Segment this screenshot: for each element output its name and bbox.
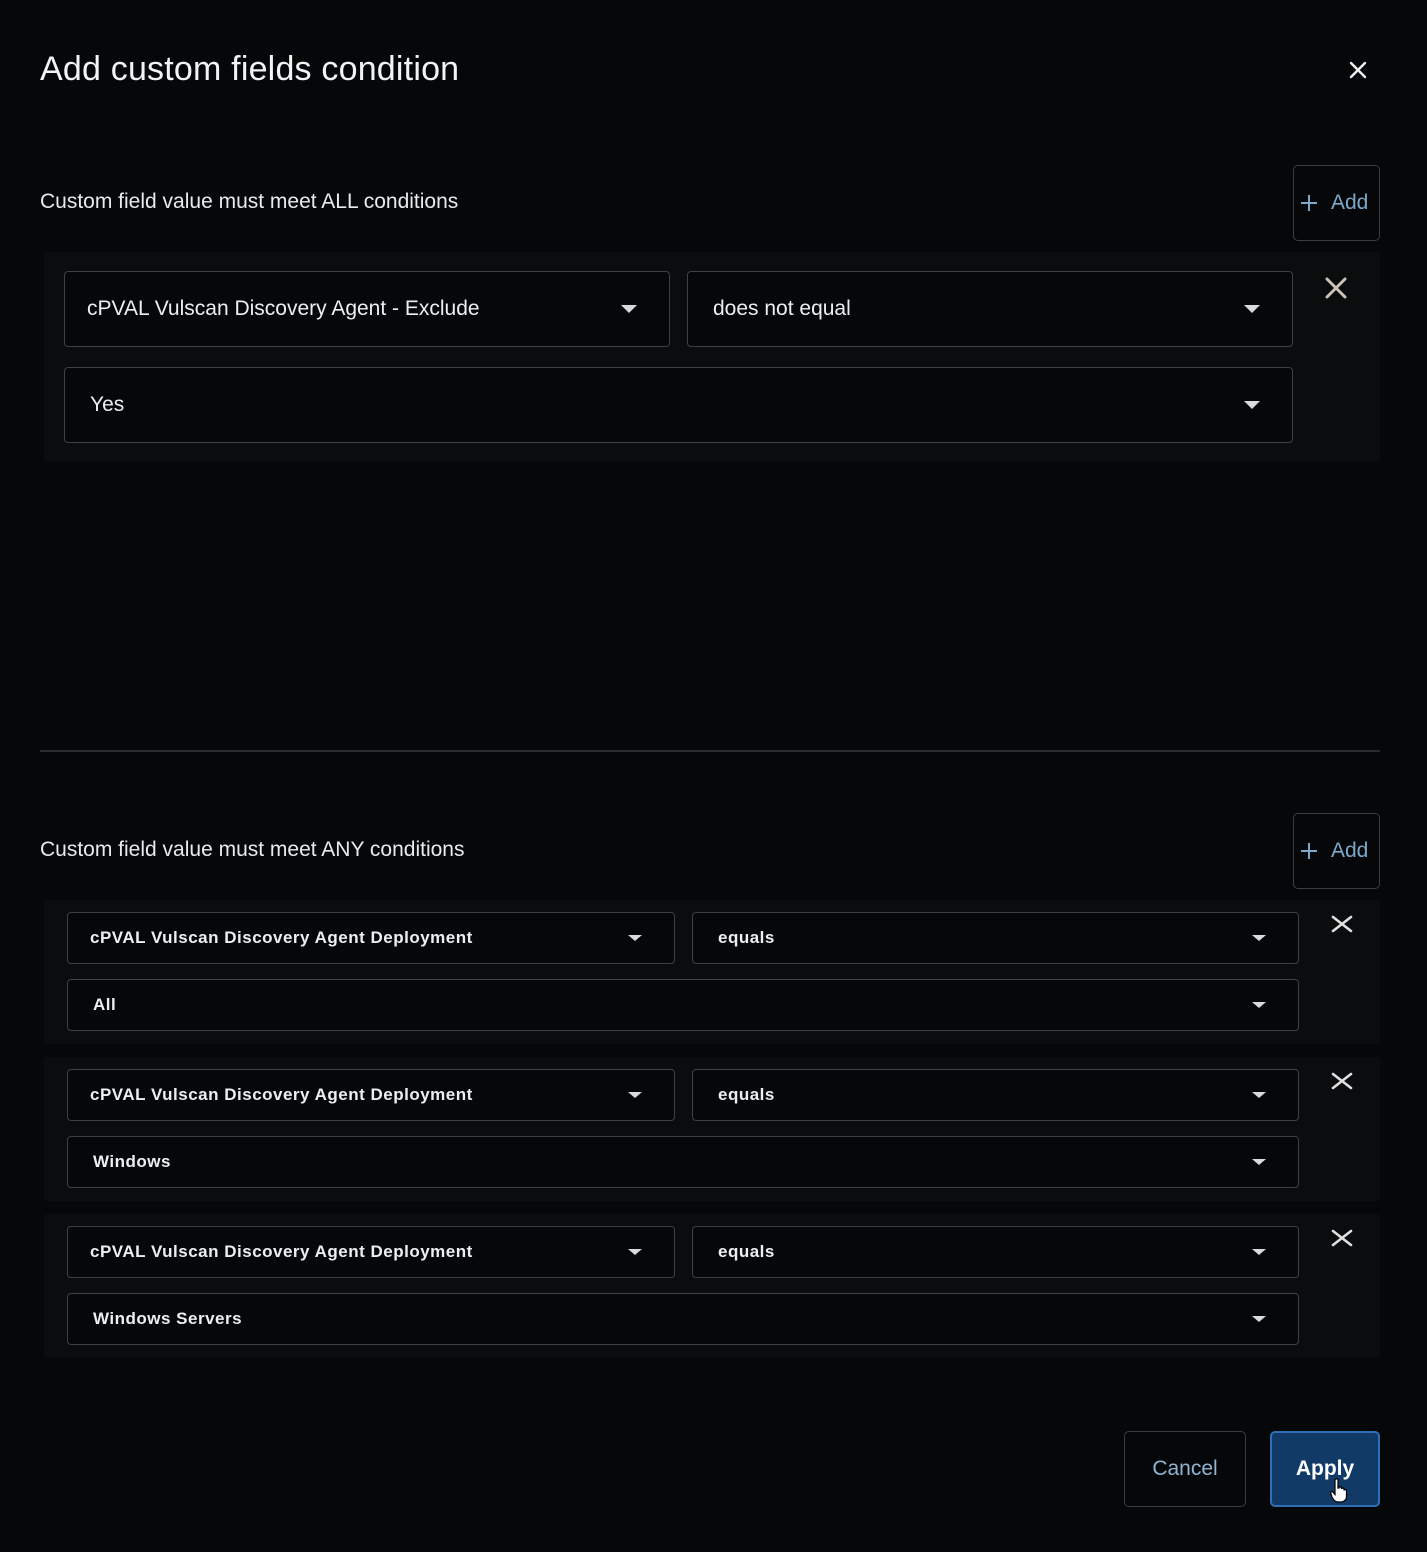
apply-button[interactable]: Apply	[1270, 1431, 1380, 1507]
add-label: Add	[1331, 839, 1369, 862]
value-select-value: All	[93, 995, 117, 1014]
remove-condition-button[interactable]	[1326, 908, 1358, 940]
field-select-value: cPVAL Vulscan Discovery Agent Deployment	[90, 1085, 473, 1104]
value-select-value: Yes	[90, 393, 125, 416]
any-condition-group: cPVAL Vulscan Discovery Agent Deployment…	[44, 900, 1380, 1044]
cancel-button[interactable]: Cancel	[1124, 1431, 1246, 1507]
operator-select-value: equals	[718, 1085, 775, 1104]
value-select[interactable]: Windows	[67, 1136, 1299, 1188]
caret-down-icon	[1252, 1316, 1266, 1322]
field-select[interactable]: cPVAL Vulscan Discovery Agent Deployment	[67, 1226, 675, 1278]
caret-down-icon	[621, 305, 637, 313]
field-select[interactable]: cPVAL Vulscan Discovery Agent Deployment	[67, 912, 675, 964]
value-select[interactable]: All	[67, 979, 1299, 1031]
caret-down-icon	[1252, 1092, 1266, 1098]
close-icon	[1331, 915, 1353, 933]
remove-condition-button[interactable]	[1326, 1065, 1358, 1097]
caret-down-icon	[1252, 1159, 1266, 1165]
value-select[interactable]: Windows Servers	[67, 1293, 1299, 1345]
close-dialog-button[interactable]	[1340, 52, 1376, 88]
operator-select-value: does not equal	[713, 297, 851, 320]
dialog-title: Add custom fields condition	[40, 50, 460, 88]
close-icon	[1331, 1072, 1353, 1090]
caret-down-icon	[1252, 1249, 1266, 1255]
value-select-value: Windows Servers	[93, 1309, 243, 1328]
plus-icon	[1299, 193, 1319, 213]
hand-cursor-icon	[1330, 1478, 1348, 1509]
remove-condition-button[interactable]	[1326, 1222, 1358, 1254]
value-select[interactable]: Yes	[64, 367, 1293, 443]
plus-icon	[1299, 841, 1319, 861]
any-condition-group: cPVAL Vulscan Discovery Agent Deployment…	[44, 1057, 1380, 1201]
operator-select[interactable]: equals	[692, 912, 1299, 964]
caret-down-icon	[1252, 935, 1266, 941]
add-all-condition-button[interactable]: Add	[1293, 165, 1380, 241]
caret-down-icon	[1244, 401, 1260, 409]
any-condition-group: cPVAL Vulscan Discovery Agent Deployment…	[44, 1214, 1380, 1358]
caret-down-icon	[628, 1092, 642, 1098]
caret-down-icon	[628, 1249, 642, 1255]
operator-select-value: equals	[718, 1242, 775, 1261]
operator-select[interactable]: equals	[692, 1069, 1299, 1121]
add-any-condition-button[interactable]: Add	[1293, 813, 1380, 889]
operator-select[interactable]: does not equal	[687, 271, 1293, 347]
all-condition-group: cPVAL Vulscan Discovery Agent - Exclude …	[44, 252, 1380, 462]
field-select[interactable]: cPVAL Vulscan Discovery Agent Deployment	[67, 1069, 675, 1121]
caret-down-icon	[628, 935, 642, 941]
caret-down-icon	[1244, 305, 1260, 313]
value-select-value: Windows	[93, 1152, 171, 1171]
field-select[interactable]: cPVAL Vulscan Discovery Agent - Exclude	[64, 271, 670, 347]
caret-down-icon	[1252, 1002, 1266, 1008]
field-select-value: cPVAL Vulscan Discovery Agent Deployment	[90, 928, 473, 947]
remove-condition-button[interactable]	[1320, 272, 1352, 304]
close-icon	[1331, 1229, 1353, 1247]
close-icon	[1349, 61, 1367, 79]
close-icon	[1325, 277, 1347, 299]
any-conditions-label: Custom field value must meet ANY conditi…	[40, 838, 465, 861]
add-label: Add	[1331, 191, 1369, 214]
field-select-value: cPVAL Vulscan Discovery Agent Deployment	[90, 1242, 473, 1261]
section-divider	[40, 750, 1380, 752]
operator-select[interactable]: equals	[692, 1226, 1299, 1278]
operator-select-value: equals	[718, 928, 775, 947]
all-conditions-label: Custom field value must meet ALL conditi…	[40, 190, 459, 213]
field-select-value: cPVAL Vulscan Discovery Agent - Exclude	[87, 297, 480, 320]
